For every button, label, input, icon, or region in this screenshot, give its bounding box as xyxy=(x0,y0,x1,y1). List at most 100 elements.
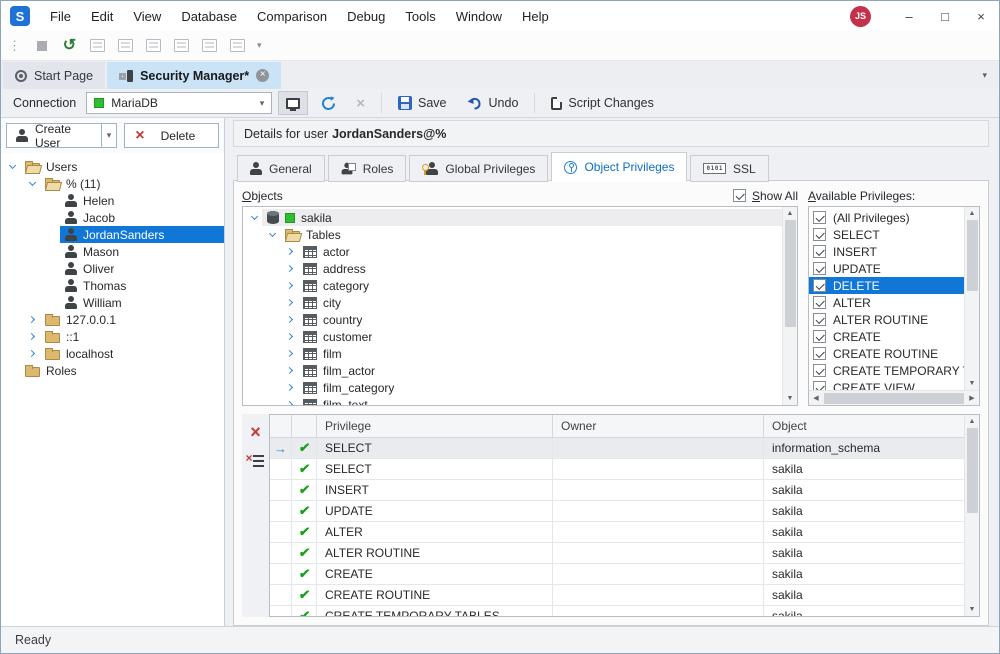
grid-row[interactable]: ✔SELECTsakila xyxy=(270,459,964,480)
scrollbar-thumb[interactable] xyxy=(967,220,978,291)
checkbox-icon[interactable] xyxy=(813,296,826,309)
checkbox-icon[interactable] xyxy=(813,347,826,360)
object-tree-item-tables[interactable]: Tables xyxy=(243,226,782,243)
detail-tab-roles[interactable]: Roles xyxy=(328,155,407,182)
menu-database[interactable]: Database xyxy=(171,2,247,31)
grid-header-owner[interactable]: Owner xyxy=(553,415,764,437)
maximize-button[interactable]: □ xyxy=(927,2,963,31)
scroll-right-icon[interactable]: ▶ xyxy=(965,394,979,402)
object-tree-item-category[interactable]: category xyxy=(243,277,782,294)
object-tree-item-customer[interactable]: customer xyxy=(243,328,782,345)
grid-cell-owner[interactable] xyxy=(553,585,764,605)
grid-cell-privilege[interactable]: UPDATE xyxy=(317,501,553,521)
objects-vertical-scrollbar[interactable]: ▲ ▼ xyxy=(782,207,797,405)
menu-comparison[interactable]: Comparison xyxy=(247,2,337,31)
undo-button[interactable]: Undo xyxy=(460,91,526,115)
user-tree-item-jordansanders[interactable]: JordanSanders xyxy=(1,226,224,243)
grid-cell-owner[interactable] xyxy=(553,606,764,616)
checkbox-icon[interactable] xyxy=(813,364,826,377)
privileges-vertical-scrollbar[interactable]: ▲ ▼ xyxy=(964,207,979,390)
menu-view[interactable]: View xyxy=(123,2,171,31)
user-tree-item-thomas[interactable]: Thomas xyxy=(1,277,224,294)
grid-cell-owner[interactable] xyxy=(553,522,764,542)
checkbox-icon[interactable] xyxy=(733,189,746,202)
privilege-item-create-routine[interactable]: CREATE ROUTINE xyxy=(809,345,964,362)
grid-cell-privilege[interactable]: CREATE TEMPORARY TABLES xyxy=(317,606,553,616)
checkbox-icon[interactable] xyxy=(813,279,826,292)
close-button[interactable]: × xyxy=(963,2,999,31)
grid-cell-owner[interactable] xyxy=(553,438,764,458)
grid-cell-owner[interactable] xyxy=(553,543,764,563)
tab-start-page[interactable]: Start Page xyxy=(3,62,105,89)
granted-cell[interactable]: ✔ xyxy=(292,459,317,479)
cancel-refresh-button[interactable]: × xyxy=(349,91,372,115)
show-all-checkbox[interactable]: Show All xyxy=(733,189,798,203)
scroll-down-icon[interactable]: ▼ xyxy=(965,377,979,390)
checkbox-icon[interactable] xyxy=(813,330,826,343)
close-tab-icon[interactable]: × xyxy=(256,69,269,82)
scrollbar-thumb[interactable] xyxy=(824,393,964,404)
compare-button[interactable] xyxy=(169,34,194,58)
object-tree-item-film[interactable]: film xyxy=(243,345,782,362)
privilege-item-create-view[interactable]: CREATE VIEW xyxy=(809,379,964,390)
checkbox-icon[interactable] xyxy=(813,245,826,258)
grid-cell-privilege[interactable]: ALTER xyxy=(317,522,553,542)
grid-cell-object[interactable]: sakila xyxy=(764,480,964,500)
grid-cell-privilege[interactable]: CREATE xyxy=(317,564,553,584)
history-button[interactable]: ↺ xyxy=(57,34,82,58)
grid-row[interactable]: ✔ALTERsakila xyxy=(270,522,964,543)
grid-cell-owner[interactable] xyxy=(553,480,764,500)
apply-to-object-button[interactable] xyxy=(278,91,308,115)
new-document-button[interactable] xyxy=(113,34,138,58)
privileges-horizontal-scrollbar[interactable]: ◀ ▶ xyxy=(809,390,979,405)
grid-cell-object[interactable]: information_schema xyxy=(764,438,964,458)
grid-cell-owner[interactable] xyxy=(553,459,764,479)
privilege-item-create[interactable]: CREATE xyxy=(809,328,964,345)
detail-tab-ssl[interactable]: 0101SSL xyxy=(690,155,768,182)
granted-cell[interactable]: ✔ xyxy=(292,438,317,458)
grid-header-privilege[interactable]: Privilege xyxy=(317,415,553,437)
chevron-down-icon[interactable]: ▾ xyxy=(260,98,265,109)
chart-button[interactable] xyxy=(197,34,222,58)
user-tree-item-roles[interactable]: Roles xyxy=(1,362,224,379)
privilege-item-insert[interactable]: INSERT xyxy=(809,243,964,260)
grid-cell-privilege[interactable]: ALTER ROUTINE xyxy=(317,543,553,563)
privilege-item-alter-routine[interactable]: ALTER ROUTINE xyxy=(809,311,964,328)
menu-help[interactable]: Help xyxy=(512,2,559,31)
create-user-dropdown-icon[interactable]: ▾ xyxy=(101,124,116,147)
granted-cell[interactable]: ✔ xyxy=(292,564,317,584)
checkbox-icon[interactable] xyxy=(813,228,826,241)
menu-tools[interactable]: Tools xyxy=(395,2,445,31)
user-tree-item-helen[interactable]: Helen xyxy=(1,192,224,209)
object-tree-item-address[interactable]: address xyxy=(243,260,782,277)
menu-file[interactable]: File xyxy=(40,2,81,31)
granted-cell[interactable]: ✔ xyxy=(292,480,317,500)
expand-icon[interactable] xyxy=(25,329,40,344)
scroll-up-icon[interactable]: ▲ xyxy=(783,207,797,220)
grid-row[interactable]: ✔CREATE TEMPORARY TABLESsakila xyxy=(270,606,964,616)
privilege-item-alter[interactable]: ALTER xyxy=(809,294,964,311)
toolbar-overflow-icon[interactable]: ▾ xyxy=(257,40,262,51)
expand-icon[interactable] xyxy=(283,295,298,310)
privilege-item-all-privileges[interactable]: (All Privileges) xyxy=(809,209,964,226)
user-tree-item-1[interactable]: ::1 xyxy=(1,328,224,345)
expand-icon[interactable] xyxy=(25,312,40,327)
collapse-icon[interactable] xyxy=(265,227,280,242)
grid-row[interactable]: ✔INSERTsakila xyxy=(270,480,964,501)
grid-cell-owner[interactable] xyxy=(553,501,764,521)
privilege-item-select[interactable]: SELECT xyxy=(809,226,964,243)
grid-cell-privilege[interactable]: SELECT xyxy=(317,459,553,479)
grid-row[interactable]: ✔CREATE ROUTINEsakila xyxy=(270,585,964,606)
expand-icon[interactable] xyxy=(283,363,298,378)
grid-cell-privilege[interactable]: SELECT xyxy=(317,438,553,458)
create-user-button[interactable]: Create User ▾ xyxy=(6,123,117,148)
scroll-up-icon[interactable]: ▲ xyxy=(965,415,979,428)
delete-privilege-button[interactable]: × xyxy=(250,423,261,441)
granted-cell[interactable]: ✔ xyxy=(292,522,317,542)
grid-cell-object[interactable]: sakila xyxy=(764,501,964,521)
scroll-up-icon[interactable]: ▲ xyxy=(965,207,979,220)
expand-icon[interactable] xyxy=(283,261,298,276)
granted-cell[interactable]: ✔ xyxy=(292,585,317,605)
granted-cell[interactable]: ✔ xyxy=(292,606,317,616)
grid-cell-owner[interactable] xyxy=(553,564,764,584)
